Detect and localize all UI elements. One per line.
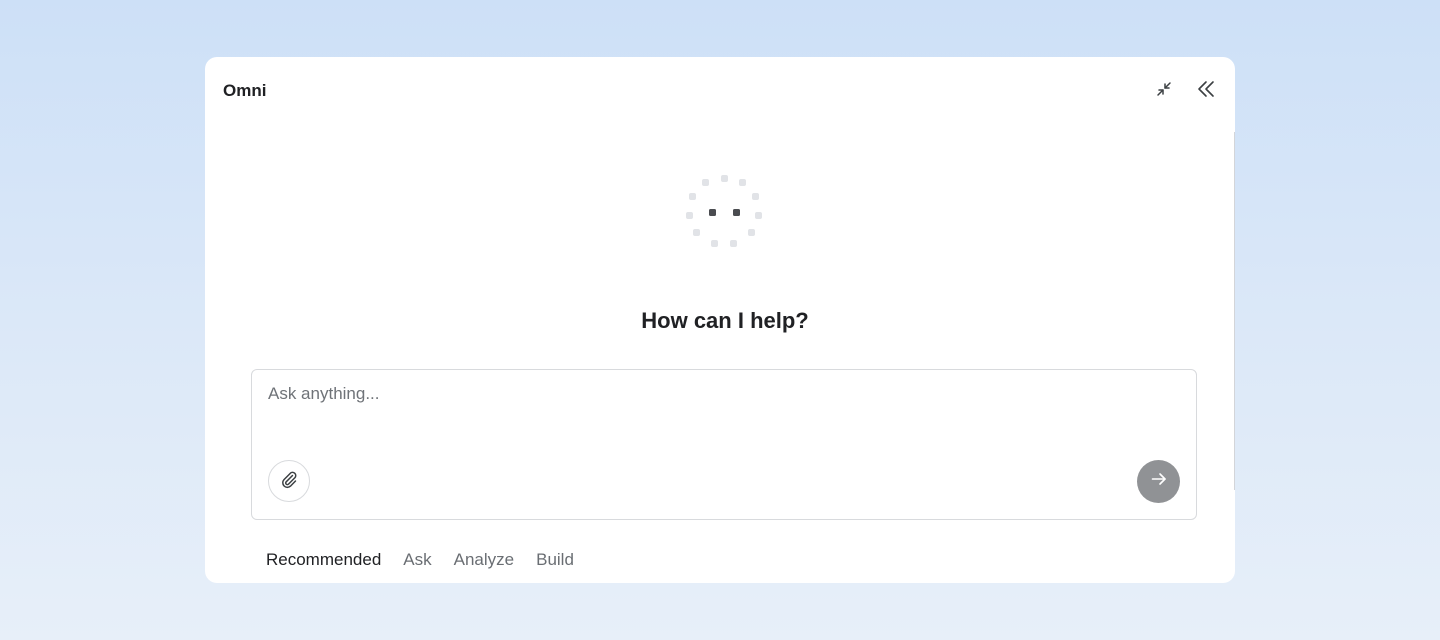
attach-button[interactable] — [268, 460, 310, 502]
loading-dots-icon — [683, 172, 763, 252]
collapse-button[interactable] — [1150, 77, 1178, 105]
tab-ask[interactable]: Ask — [403, 550, 431, 570]
tab-recommended[interactable]: Recommended — [266, 550, 381, 570]
chat-composer — [251, 369, 1197, 520]
arrow-right-icon — [1149, 469, 1169, 494]
double-chevron-left-icon — [1196, 79, 1216, 104]
close-panel-button[interactable] — [1192, 77, 1220, 105]
tab-build[interactable]: Build — [536, 550, 574, 570]
omni-panel: Omni How can I help? Ask anything... Rec… — [205, 57, 1235, 583]
send-button[interactable] — [1137, 460, 1180, 503]
minimize-arrows-icon — [1155, 80, 1173, 103]
tab-analyze[interactable]: Analyze — [454, 550, 514, 570]
suggestion-tabs: Recommended Ask Analyze Build — [266, 550, 574, 570]
paperclip-icon — [279, 469, 299, 494]
ask-input[interactable] — [268, 384, 1168, 404]
app-title: Omni — [223, 81, 267, 100]
help-heading: How can I help? — [641, 308, 809, 333]
